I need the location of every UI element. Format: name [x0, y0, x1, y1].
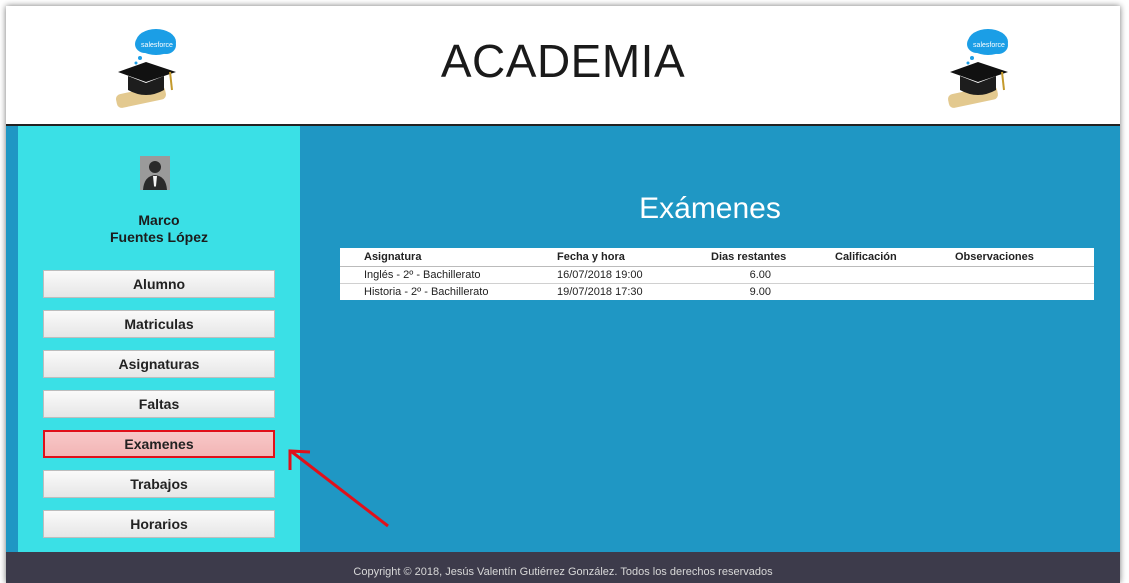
table-cell: [931, 283, 1094, 300]
column-header: Observaciones: [931, 248, 1094, 267]
page-heading: Exámenes: [639, 192, 781, 225]
column-header: Fecha y hora: [533, 248, 687, 267]
user-name: Marco Fuentes López: [18, 212, 300, 246]
header: salesforce ACADEMIA salesforce: [6, 6, 1120, 126]
table-cell: 19/07/2018 17:30: [533, 283, 687, 300]
table-cell: Inglés - 2º - Bachillerato: [340, 266, 533, 284]
user-avatar-icon: [140, 156, 170, 190]
column-header: Calificación: [811, 248, 931, 267]
graduation-cap-logo: salesforce: [947, 29, 1008, 108]
table-cell: 9.00: [687, 283, 811, 300]
column-header: Dias restantes: [687, 248, 811, 267]
nav-button-horarios[interactable]: Horarios: [43, 510, 275, 538]
nav-button-asignaturas[interactable]: Asignaturas: [43, 350, 275, 378]
column-header: Asignatura: [340, 248, 533, 267]
table-header-row: Asignatura Fecha y hora Dias restantes C…: [340, 248, 1094, 267]
table-cell: Historia - 2º - Bachillerato: [340, 283, 533, 300]
svg-text:salesforce: salesforce: [973, 42, 1005, 49]
red-arrow-annotation: [288, 449, 389, 528]
table-cell: [811, 266, 931, 284]
footer: Copyright © 2018, Jesús Valentín Gutiérr…: [6, 552, 1120, 583]
user-first-name: Marco: [138, 212, 180, 228]
left-edge-strip: [6, 126, 18, 552]
table-cell: [931, 266, 1094, 284]
exams-table: Asignatura Fecha y hora Dias restantes C…: [340, 248, 1094, 300]
nav-button-trabajos[interactable]: Trabajos: [43, 470, 275, 498]
nav-button-matriculas[interactable]: Matriculas: [43, 310, 275, 338]
table-cell: 16/07/2018 19:00: [533, 266, 687, 284]
table-row: Inglés - 2º - Bachillerato 16/07/2018 19…: [340, 266, 1094, 284]
nav-button-examenes[interactable]: Examenes: [43, 430, 275, 458]
table-cell: 6.00: [687, 266, 811, 284]
page-frame: salesforce ACADEMIA salesforce Marco Fue…: [6, 6, 1120, 583]
table-cell: [811, 283, 931, 300]
nav-button-alumno[interactable]: Alumno: [43, 270, 275, 298]
user-last-name: Fuentes López: [109, 229, 208, 245]
nav-button-faltas[interactable]: Faltas: [43, 390, 275, 418]
main-content: [300, 126, 1120, 552]
copyright-text: Copyright © 2018, Jesús Valentín Gutiérr…: [353, 566, 773, 578]
table-row: Historia - 2º - Bachillerato 19/07/2018 …: [340, 283, 1094, 300]
